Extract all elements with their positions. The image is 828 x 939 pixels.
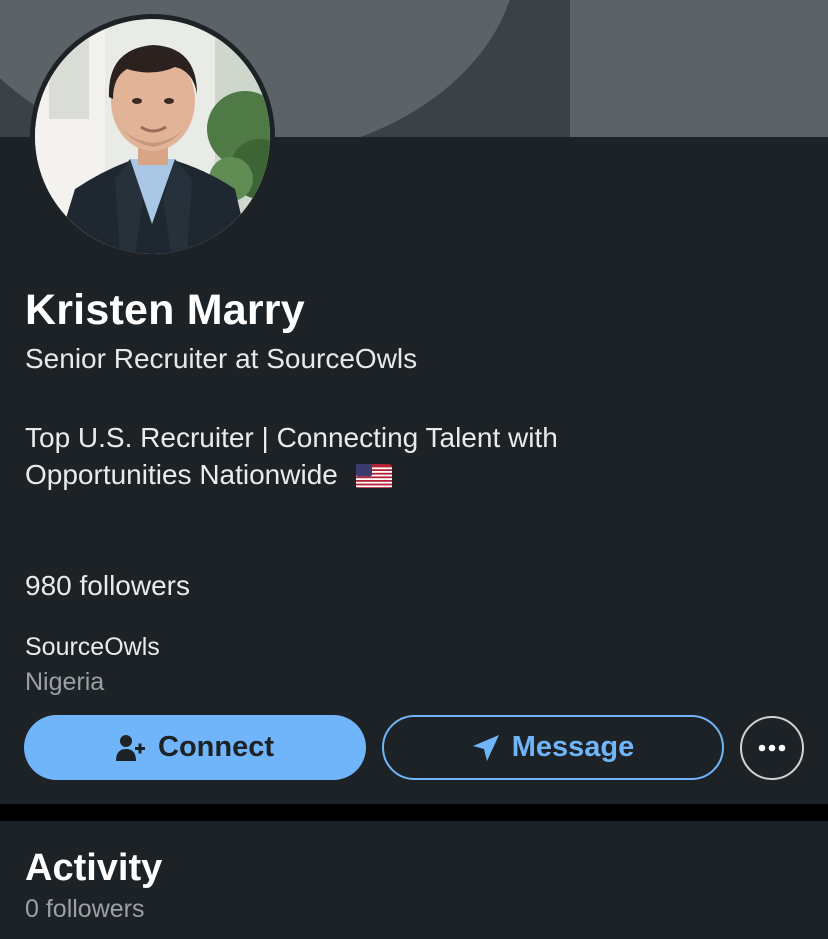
profile-name: Kristen Marry [25, 286, 305, 334]
message-button[interactable]: Message [382, 715, 724, 780]
avatar-photo [35, 19, 270, 254]
more-options-button[interactable] [740, 716, 804, 780]
profile-about-text: Top U.S. Recruiter | Connecting Talent w… [25, 422, 558, 490]
add-person-icon [116, 733, 146, 763]
flag-us-icon [355, 460, 392, 497]
profile-company[interactable]: SourceOwls [25, 633, 160, 662]
connect-button[interactable]: Connect [24, 715, 366, 780]
activity-followers[interactable]: 0 followers [25, 895, 145, 924]
followers-count[interactable]: 980 followers [25, 570, 190, 602]
section-divider [0, 804, 828, 821]
avatar[interactable] [30, 14, 275, 259]
message-label: Message [511, 731, 635, 763]
activity-title: Activity [25, 847, 163, 889]
cover-panel [570, 0, 828, 137]
profile-about: Top U.S. Recruiter | Connecting Talent w… [25, 419, 725, 497]
send-icon [472, 734, 500, 762]
more-dots-icon [758, 739, 786, 757]
profile-location: Nigeria [25, 668, 105, 696]
profile-headline: Senior Recruiter at SourceOwls [25, 343, 418, 374]
connect-label: Connect [158, 731, 274, 763]
